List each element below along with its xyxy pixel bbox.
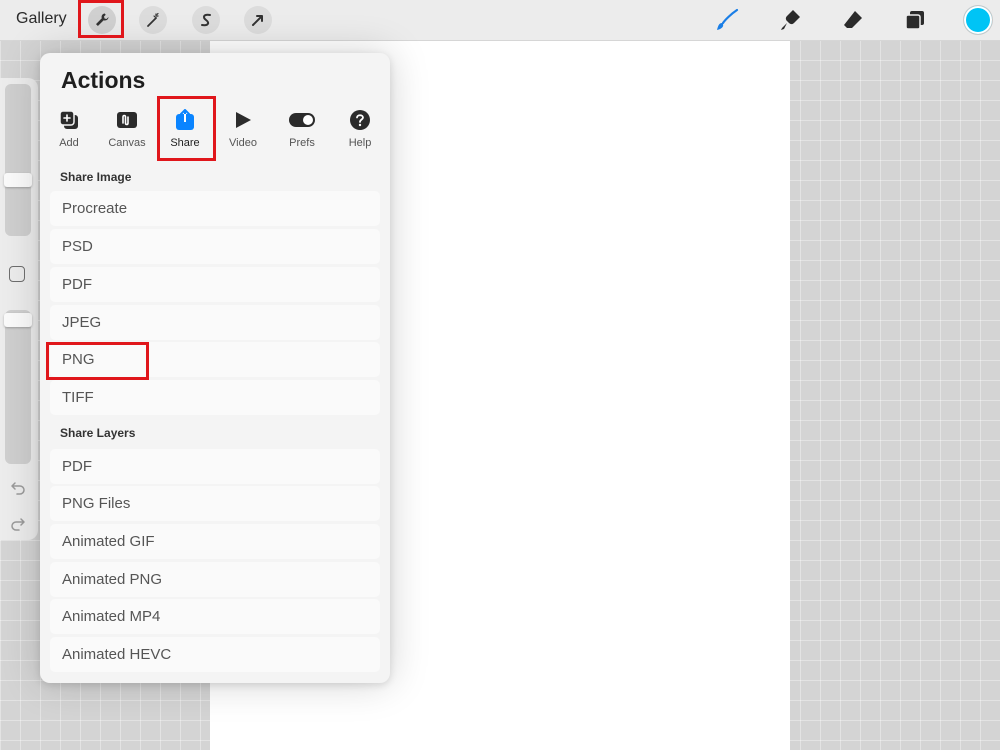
tab-canvas[interactable]: Canvas xyxy=(98,109,156,155)
tab-add-label: Add xyxy=(59,137,79,149)
brush-size-thumb[interactable] xyxy=(4,173,32,187)
tab-help-label: Help xyxy=(348,137,372,149)
png-highlight xyxy=(46,342,149,380)
list-item-label: PSD xyxy=(62,238,93,255)
arrow-cursor-icon[interactable] xyxy=(244,6,272,34)
eraser-icon[interactable] xyxy=(839,6,867,34)
add-icon xyxy=(59,110,78,129)
share-psd[interactable]: PSD xyxy=(50,229,380,264)
magic-wand-icon[interactable] xyxy=(139,6,167,34)
undo-icon[interactable] xyxy=(10,480,26,496)
top-toolbar: Gallery xyxy=(0,0,1000,41)
tab-canvas-label: Canvas xyxy=(108,137,146,149)
tab-add[interactable]: Add xyxy=(40,109,98,155)
prefs-toggle-icon xyxy=(289,113,315,127)
tab-prefs-label: Prefs xyxy=(289,137,315,149)
share-jpeg[interactable]: JPEG xyxy=(50,305,380,340)
share-layers-png-files[interactable]: PNG Files xyxy=(50,486,380,521)
tab-video-label: Video xyxy=(229,137,257,149)
share-tab-highlight xyxy=(157,96,216,161)
tab-video[interactable]: Video xyxy=(214,109,272,155)
list-item-label: Animated MP4 xyxy=(62,608,161,625)
tab-prefs[interactable]: Prefs xyxy=(273,109,331,155)
brush-icon[interactable] xyxy=(713,6,741,34)
s-curve-icon[interactable] xyxy=(192,6,220,34)
share-layers-header: Share Layers xyxy=(60,426,136,440)
opacity-thumb[interactable] xyxy=(4,313,32,327)
share-layers-animated-hevc[interactable]: Animated HEVC xyxy=(50,637,380,672)
canvas-icon xyxy=(117,112,137,128)
share-layers-animated-mp4[interactable]: Animated MP4 xyxy=(50,599,380,634)
wrench-highlight xyxy=(78,0,124,38)
panel-title: Actions xyxy=(61,67,146,93)
modify-button[interactable] xyxy=(9,266,25,282)
help-icon xyxy=(350,110,370,130)
layers-icon[interactable] xyxy=(901,6,929,34)
list-item-label: TIFF xyxy=(62,389,94,406)
left-sidebar xyxy=(0,78,38,540)
color-picker-button[interactable] xyxy=(964,6,992,34)
redo-icon[interactable] xyxy=(10,516,26,532)
share-pdf[interactable]: PDF xyxy=(50,267,380,302)
list-item-label: Animated PNG xyxy=(62,571,163,588)
smudge-icon[interactable] xyxy=(776,6,804,34)
list-item-label: JPEG xyxy=(62,314,102,331)
brush-size-slider[interactable] xyxy=(5,84,31,236)
opacity-slider[interactable] xyxy=(5,310,31,464)
share-layers-animated-png[interactable]: Animated PNG xyxy=(50,562,380,597)
share-image-header: Share Image xyxy=(60,170,132,184)
share-tiff[interactable]: TIFF xyxy=(50,380,380,415)
list-item-label: PNG Files xyxy=(62,495,131,512)
list-item-label: Animated GIF xyxy=(62,533,155,550)
gallery-button[interactable]: Gallery xyxy=(16,10,67,28)
list-item-label: PDF xyxy=(62,276,92,293)
video-icon xyxy=(236,112,251,128)
list-item-label: Animated HEVC xyxy=(62,646,172,663)
share-layers-pdf[interactable]: PDF xyxy=(50,449,380,484)
list-item-label: Procreate xyxy=(62,200,128,217)
tab-help[interactable]: Help xyxy=(331,109,389,155)
share-procreate[interactable]: Procreate xyxy=(50,191,380,226)
share-layers-animated-gif[interactable]: Animated GIF xyxy=(50,524,380,559)
list-item-label: PDF xyxy=(62,458,92,475)
